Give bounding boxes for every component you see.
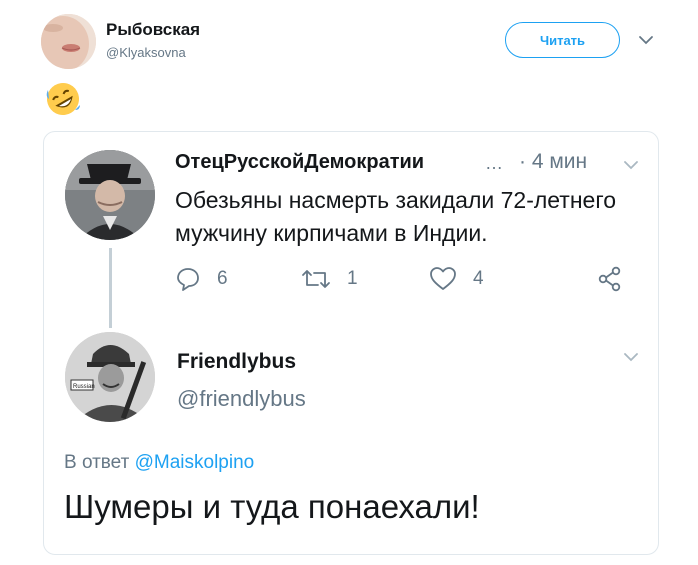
reply-author-name[interactable]: ОтецРусскойДемократии (175, 151, 424, 174)
like-count: 4 (473, 268, 484, 289)
reply-to-line: В ответ @Maiskolpino (64, 452, 254, 474)
author-name[interactable]: Рыбовская (106, 20, 200, 40)
reply-author-name[interactable]: Friendlybus (177, 350, 296, 374)
follow-button[interactable]: Читать (505, 22, 620, 58)
reply-action[interactable]: 6 (175, 266, 228, 292)
reply-mention-link[interactable]: @Maiskolpino (135, 452, 255, 473)
tweet-timestamp[interactable]: · 4 мин (519, 150, 587, 174)
author-avatar[interactable] (41, 14, 96, 69)
rolling-on-floor-laughing-icon (44, 80, 82, 118)
like-action[interactable]: 4 (429, 266, 484, 292)
share-action[interactable] (597, 266, 623, 292)
author-handle[interactable]: @Klyaksovna (106, 45, 186, 60)
quoted-tweet-card[interactable]: ОтецРусскойДемократии … · 4 мин Обезьяны… (43, 131, 659, 555)
reply-author-handle[interactable]: @friendlybus (177, 386, 306, 412)
heart-icon (429, 266, 457, 292)
share-icon (597, 266, 623, 292)
reply-icon (175, 266, 201, 292)
name-ellipsis: … (485, 153, 503, 173)
chevron-down-icon[interactable] (622, 348, 640, 366)
thread-connector-line (109, 248, 112, 328)
tweet-text: Обезьяны насмерть закидали 72-летнего му… (175, 187, 616, 246)
reply-avatar-first[interactable] (65, 150, 155, 240)
reply-tweet-text: Шумеры и туда понаехали! (64, 488, 480, 525)
retweet-icon (301, 266, 331, 292)
chevron-down-icon[interactable] (636, 30, 656, 50)
retweet-count: 1 (347, 268, 358, 289)
reply-count: 6 (217, 268, 228, 289)
reply-to-prefix: В ответ (64, 452, 130, 473)
reply-avatar-second[interactable]: Russian (65, 332, 155, 422)
svg-text:Russian: Russian (73, 384, 95, 390)
retweet-action[interactable]: 1 (301, 266, 358, 292)
chevron-down-icon[interactable] (622, 156, 640, 174)
